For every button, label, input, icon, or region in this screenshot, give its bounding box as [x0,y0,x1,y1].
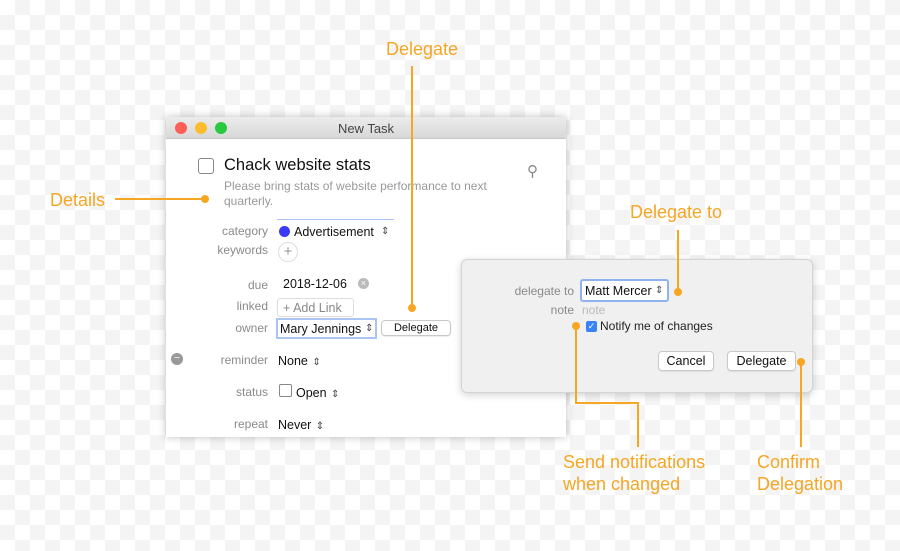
callout-dot [408,304,416,312]
annotation-line-1: Confirm [757,452,821,472]
annotation-details: Details [50,190,106,210]
annotation-line-2: Delegation [757,474,844,494]
annotation-line-2: when changed [563,474,681,494]
callout-dot [797,358,805,366]
annotation-delegate-to: Delegate to [630,202,723,222]
annotation-line-1: Send notifications [563,452,706,472]
callout-dot [201,195,209,203]
notify-callout-line [575,326,639,447]
annotation-send-notifications: Send notifications when changed [563,451,705,495]
annotation-delegate: Delegate [386,39,459,59]
annotation-confirm: Confirm Delegation [757,451,843,495]
callout-dot [674,288,682,296]
callout-dot [572,322,580,330]
